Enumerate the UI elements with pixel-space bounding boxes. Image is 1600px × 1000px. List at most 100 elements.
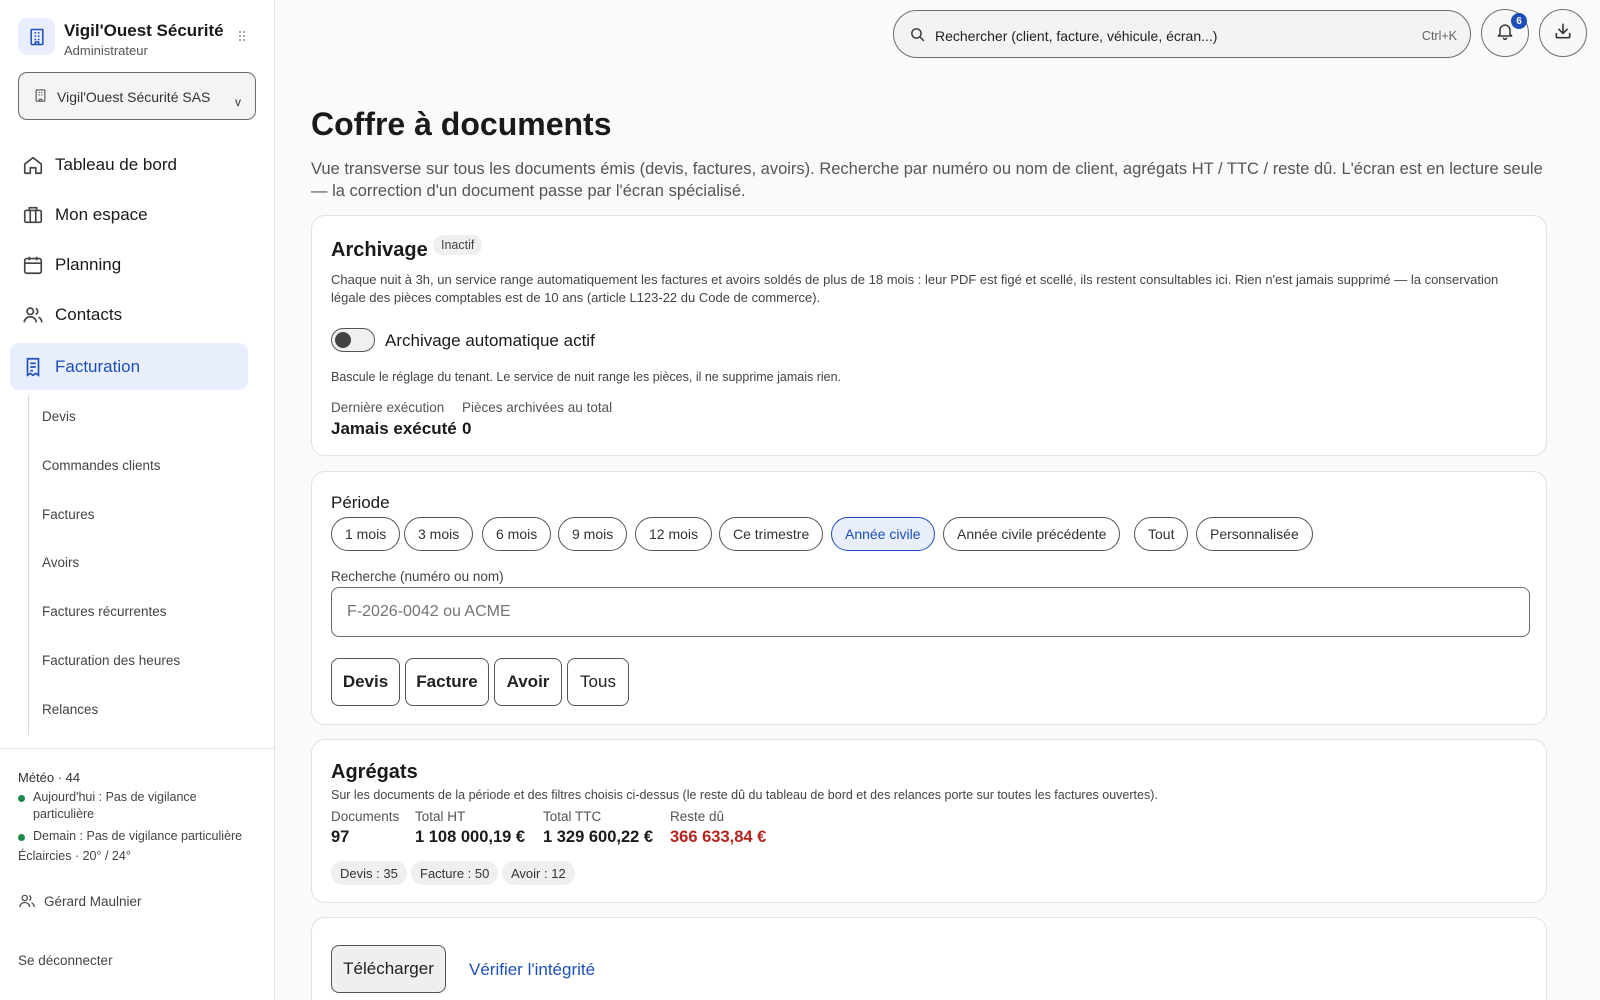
users-icon: [22, 304, 44, 326]
weather-sky: Éclaircies · 20° / 24°: [18, 849, 131, 863]
type-button-tous[interactable]: Tous: [567, 658, 629, 706]
aggregates-description: Sur les documents de la période et des f…: [331, 788, 1158, 802]
documents-value: 97: [331, 828, 350, 846]
tenant-label: Vigil'Ouest Sécurité SAS: [57, 89, 211, 105]
period-chip-12-mois[interactable]: 12 mois: [635, 517, 713, 551]
period-label: Période: [331, 493, 390, 512]
status-badge: Inactif: [433, 235, 483, 255]
reste-du-value: 366 633,84 €: [670, 828, 767, 846]
period-chip-6-mois[interactable]: 6 mois: [482, 517, 552, 551]
subnav-item-devis[interactable]: Devis: [42, 409, 76, 424]
subnav-item-avoirs[interactable]: Avoirs: [42, 555, 79, 570]
page-title: Coffre à documents: [311, 106, 612, 142]
brand-name: Vigil'Ouest Sécurité: [64, 21, 224, 40]
subnav-item-commandes-clients[interactable]: Commandes clients: [42, 458, 161, 473]
notification-count-badge: 6: [1511, 13, 1527, 29]
toggle-label: Archivage automatique actif: [385, 331, 595, 350]
documents-label: Documents: [331, 809, 400, 824]
user-profile[interactable]: Gérard Maulnier: [18, 892, 218, 912]
sidebar-item-mon-espace[interactable]: Mon espace: [10, 191, 248, 238]
building-logo-icon: [18, 18, 55, 55]
type-button-facture[interactable]: Facture: [405, 658, 489, 706]
count-chip-devis: Devis : 35: [331, 861, 407, 885]
telecharger-button[interactable]: Télécharger: [331, 945, 446, 993]
period-chip-9-mois[interactable]: 9 mois: [558, 517, 628, 551]
download-button[interactable]: [1539, 9, 1587, 57]
type-button-devis[interactable]: Devis: [331, 658, 400, 706]
notifications-button[interactable]: 6: [1481, 9, 1529, 57]
period-chip-1-mois[interactable]: 1 mois: [331, 517, 401, 551]
toggle-hint: Bascule le réglage du tenant. Le service…: [331, 370, 842, 384]
archivage-description: Chaque nuit à 3h, un service range autom…: [331, 272, 1499, 305]
type-button-avoir[interactable]: Avoir: [494, 658, 562, 706]
archivage-toggle[interactable]: [331, 328, 375, 352]
archivage-card: Archivage Inactif Chaque nuit à 3h, un s…: [311, 215, 1547, 456]
total-ttc-label: Total TTC: [543, 809, 602, 824]
facturation-subnav: Devis Commandes clients Factures Avoirs …: [28, 395, 248, 735]
brand-role: Administrateur: [64, 43, 148, 58]
sidebar-item-contacts[interactable]: Contacts: [10, 291, 248, 338]
receipt-icon: [22, 356, 44, 378]
sidebar-item-planning[interactable]: Planning: [10, 241, 248, 288]
search-shortcut: Ctrl+K: [1421, 29, 1457, 43]
archivage-title: Archivage: [331, 239, 428, 261]
period-chip-annee-civile-precedente[interactable]: Année civile précédente: [943, 517, 1121, 551]
sidebar: Vigil'Ouest Sécurité Administrateur Vigi…: [0, 0, 275, 1000]
period-chip-personnalisee[interactable]: Personnalisée: [1196, 517, 1313, 551]
count-chip-avoir: Avoir : 12: [502, 861, 575, 885]
chevron-down-icon: v: [235, 95, 241, 109]
subnav-item-factures[interactable]: Factures: [42, 507, 95, 522]
logout-link[interactable]: Se déconnecter: [18, 953, 113, 968]
total-ttc-value: 1 329 600,22 €: [543, 828, 654, 846]
reste-du-label: Reste dû: [670, 809, 725, 824]
weather-today: Aujourd'hui : Pas de vigilance particuli…: [18, 789, 248, 825]
search-placeholder: Rechercher (client, facture, véhicule, é…: [935, 28, 1218, 44]
period-chip-3-mois[interactable]: 3 mois: [404, 517, 474, 551]
sidebar-item-facturation[interactable]: Facturation: [10, 343, 248, 390]
user-name: Gérard Maulnier: [44, 894, 142, 909]
weather-tomorrow: Demain : Pas de vigilance particulière: [18, 828, 268, 846]
weather-today-text: Aujourd'hui : Pas de vigilance particuli…: [33, 790, 197, 821]
building-icon: [22, 204, 44, 226]
weather-tomorrow-text: Demain : Pas de vigilance particulière: [33, 829, 243, 843]
archived-count-label: Pièces archivées au total: [462, 400, 613, 415]
verify-integrity-link[interactable]: Vérifier l'intégrité: [469, 960, 595, 980]
global-search-input[interactable]: Rechercher (client, facture, véhicule, é…: [893, 10, 1471, 58]
building-icon: [33, 88, 48, 108]
subnav-item-relances[interactable]: Relances: [42, 702, 98, 717]
sidebar-item-label: Facturation: [55, 357, 141, 376]
sidebar-item-label: Tableau de bord: [55, 155, 177, 174]
last-run-label: Dernière exécution: [331, 400, 445, 415]
actions-card: Télécharger Vérifier l'intégrité: [311, 917, 1547, 1000]
subnav-item-factures-recurrentes[interactable]: Factures récurrentes: [42, 604, 167, 619]
search-icon: [909, 26, 926, 48]
download-icon: [1553, 21, 1573, 46]
document-search-input[interactable]: [333, 589, 1528, 635]
search-label: Recherche (numéro ou nom): [331, 569, 504, 584]
status-dot-icon: [18, 834, 25, 841]
grip-icon[interactable]: [236, 29, 248, 43]
document-search-field: [331, 587, 1530, 637]
aggregates-card: Agrégats Sur les documents de la période…: [311, 739, 1547, 903]
calendar-icon: [22, 254, 44, 276]
sidebar-item-label: Contacts: [55, 305, 123, 324]
last-run-value: Jamais exécuté: [331, 419, 457, 438]
sidebar-item-tableau-de-bord[interactable]: Tableau de bord: [10, 141, 248, 188]
weather-title: Météo · 44: [18, 770, 81, 785]
total-ht-value: 1 108 000,19 €: [415, 828, 526, 846]
total-ht-label: Total HT: [415, 809, 466, 824]
subnav-item-facturation-des-heures[interactable]: Facturation des heures: [42, 653, 180, 668]
page-description: Vue transverse sur tous les documents ém…: [311, 160, 1543, 200]
tenant-selector[interactable]: Vigil'Ouest Sécurité SAS v: [18, 72, 256, 120]
user-icon: [18, 892, 36, 915]
count-chip-facture: Facture : 50: [411, 861, 499, 885]
period-chip-annee-civile[interactable]: Année civile: [831, 517, 935, 551]
aggregates-title: Agrégats: [331, 761, 418, 783]
filters-card: Période 1 mois 3 mois 6 mois 9 mois 12 m…: [311, 471, 1547, 725]
period-chip-tout[interactable]: Tout: [1134, 517, 1189, 551]
period-chip-ce-trimestre[interactable]: Ce trimestre: [719, 517, 824, 551]
brand-header: Vigil'Ouest Sécurité Administrateur: [18, 17, 258, 61]
sidebar-item-label: Planning: [55, 255, 122, 274]
status-dot-icon: [18, 795, 25, 802]
home-icon: [22, 154, 44, 176]
